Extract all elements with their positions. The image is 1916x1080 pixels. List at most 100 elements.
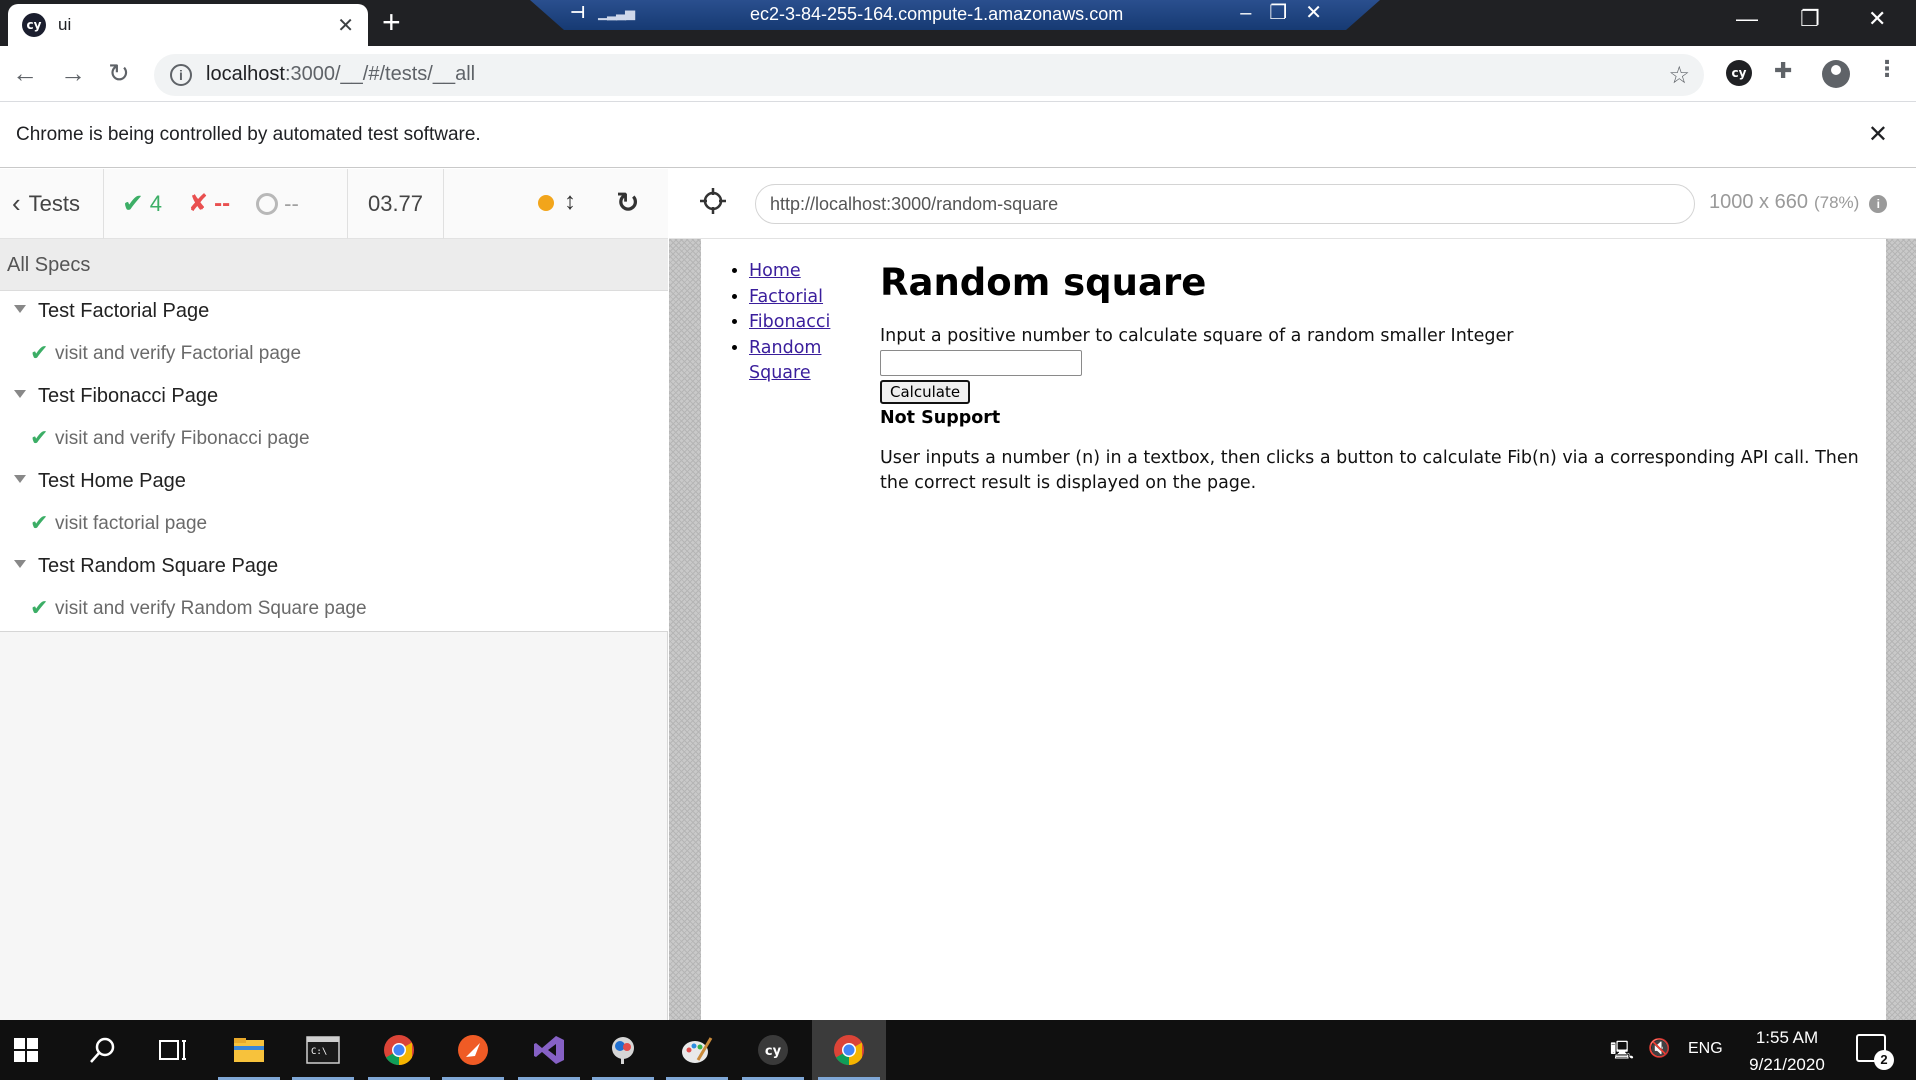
tab-close-icon[interactable]: ✕	[337, 13, 354, 38]
taskbar-cypress[interactable]: cy	[736, 1020, 810, 1080]
url-path: :3000/__/#/tests/__all	[284, 63, 476, 85]
pin-icon[interactable]: ⊣	[570, 3, 586, 23]
network-icon[interactable]: 🖳	[1610, 1038, 1634, 1068]
forward-arrow-icon[interactable]: →	[60, 58, 86, 89]
start-icon-pane	[14, 1051, 25, 1062]
viewport-scale: (78%)	[1813, 193, 1860, 212]
reporter-header: ‹ Tests ✔ 4 ✘ -- -- 03.77 ↕ ↻	[0, 168, 668, 239]
test-stats: ✔ 4 ✘ -- --	[104, 168, 348, 239]
suite-title: Test Fibonacci Page	[38, 385, 219, 407]
chevron-left-icon: ‹	[12, 188, 21, 218]
window-close-icon[interactable]: ✕	[1868, 6, 1886, 32]
rerun-tests-icon[interactable]: ↻	[616, 186, 639, 219]
pending-count: --	[284, 190, 299, 216]
svg-text:C:\: C:\	[311, 1047, 327, 1057]
calculate-button[interactable]: Calculate	[880, 380, 971, 404]
taskbar-chrome-active[interactable]	[812, 1020, 886, 1080]
input-language[interactable]: ENG	[1688, 1040, 1723, 1058]
aut-url-field[interactable]: http://localhost:3000/random-square	[755, 184, 1695, 224]
connection-signal-icon: ▁▂▃▅	[598, 5, 635, 20]
suite-title: Test Random Square Page	[38, 555, 279, 577]
aut-header: http://localhost:3000/random-square 1000…	[669, 169, 1916, 239]
restore-icon[interactable]: ❐	[1800, 6, 1820, 32]
test-row[interactable]: ✔ visit and verify Fibonacci page	[0, 418, 668, 461]
tests-back-button[interactable]: ‹ Tests	[0, 168, 104, 239]
remote-desktop-connection-bar: ⊣ ▁▂▃▅ ec2-3-84-255-164.compute-1.amazon…	[530, 0, 1380, 30]
suite-row[interactable]: Test Random Square Page	[0, 546, 668, 588]
remote-session-controls[interactable]: –❐✕	[1240, 0, 1340, 25]
cypress-icon: cy	[758, 1035, 788, 1065]
cypress-favicon-icon: cy	[22, 13, 46, 37]
passed-stat: ✔ 4	[122, 188, 162, 219]
extensions-puzzle-icon[interactable]: ✚	[1774, 58, 1792, 84]
file-explorer-icon	[234, 1038, 264, 1062]
nav-item: Factorial	[749, 285, 830, 311]
visual-studio-icon	[534, 1036, 564, 1064]
taskbar-visual-studio[interactable]	[512, 1020, 586, 1080]
test-row[interactable]: ✔ visit and verify Random Square page	[0, 588, 668, 631]
start-icon-pane	[27, 1051, 38, 1062]
check-icon: ✔	[122, 188, 144, 218]
failed-count: --	[214, 189, 231, 217]
taskbar-search-button[interactable]	[66, 1020, 140, 1080]
start-button[interactable]	[0, 1020, 74, 1080]
bookmark-star-icon[interactable]: ☆	[1668, 61, 1690, 90]
viewport-info-icon[interactable]: i	[1869, 195, 1888, 213]
action-center-notifications-icon[interactable]: 2	[1856, 1034, 1894, 1070]
taskbar-file-explorer[interactable]	[212, 1020, 286, 1080]
profile-avatar-icon[interactable]	[1822, 60, 1850, 88]
system-clock[interactable]: 1:55 AM 9/21/2020	[1732, 1024, 1842, 1078]
browser-menu-icon[interactable]: ⋮	[1876, 56, 1898, 82]
tab-title: ui	[58, 15, 72, 34]
auto-scroll-toggle-icon[interactable]: ↕	[564, 188, 576, 216]
selector-playground-crosshair-icon[interactable]	[699, 187, 727, 215]
browser-toolbar: ← → ↻ i localhost:3000/__/#/tests/__all …	[0, 46, 1916, 102]
app-icon	[612, 1037, 634, 1064]
caret-down-icon	[14, 560, 26, 568]
nav-link-random-square[interactable]: Random Square	[749, 338, 821, 384]
pending-circle-icon	[256, 192, 279, 215]
nav-link-fibonacci[interactable]: Fibonacci	[749, 312, 830, 332]
suite-row[interactable]: Test Factorial Page	[0, 291, 668, 333]
aut-iframe: Home Factorial Fibonacci Random Square Ra…	[701, 239, 1886, 1020]
new-tab-button[interactable]: +	[382, 4, 401, 40]
taskbar-app[interactable]	[586, 1020, 660, 1080]
suite-row[interactable]: Test Fibonacci Page	[0, 376, 668, 418]
postman-icon	[458, 1035, 488, 1065]
reload-icon[interactable]: ↻	[108, 58, 130, 89]
taskbar-paint[interactable]	[660, 1020, 734, 1080]
infobar-message: Chrome is being controlled by automated …	[16, 124, 481, 145]
remote-session-title: ec2-3-84-255-164.compute-1.amazonaws.com	[750, 4, 1124, 24]
nav-link-factorial[interactable]: Factorial	[749, 287, 823, 307]
terminal-icon: C:\	[306, 1036, 340, 1064]
nav-item: Random Square	[749, 336, 830, 387]
browser-tab[interactable]: cy ui ✕	[8, 4, 368, 46]
test-row[interactable]: ✔ visit factorial page	[0, 503, 668, 546]
infobar-close-icon[interactable]: ✕	[1868, 120, 1888, 149]
browser-titlebar: cy ui ✕ + ⊣ ▁▂▃▅ ec2-3-84-255-164.comput…	[0, 0, 1916, 46]
test-row[interactable]: ✔ visit and verify Factorial page	[0, 333, 668, 376]
cross-icon: ✘	[188, 190, 209, 217]
site-info-icon[interactable]: i	[170, 64, 192, 86]
address-bar[interactable]: i localhost:3000/__/#/tests/__all ☆	[154, 54, 1704, 96]
caret-down-icon	[14, 390, 26, 398]
page-description: User inputs a number (n) in a textbox, t…	[880, 448, 1859, 493]
check-icon: ✔	[30, 595, 49, 620]
failed-stat: ✘ --	[188, 189, 230, 218]
test-title: visit factorial page	[55, 513, 208, 534]
taskbar-chrome[interactable]	[362, 1020, 436, 1080]
back-arrow-icon[interactable]: ←	[12, 58, 38, 89]
volume-muted-icon[interactable]: 🔇	[1648, 1038, 1670, 1059]
nav-item: Fibonacci	[749, 310, 830, 336]
test-title: visit and verify Fibonacci page	[55, 428, 310, 449]
address-url[interactable]: localhost:3000/__/#/tests/__all	[206, 63, 475, 86]
nav-link-home[interactable]: Home	[749, 261, 801, 281]
suite-row[interactable]: Test Home Page	[0, 461, 668, 503]
taskbar-postman[interactable]	[436, 1020, 510, 1080]
number-input[interactable]	[880, 350, 1082, 376]
task-view-button[interactable]	[136, 1020, 210, 1080]
taskbar-terminal[interactable]: C:\	[286, 1020, 360, 1080]
task-view-icon	[159, 1040, 186, 1060]
cypress-extension-icon[interactable]: cy	[1726, 60, 1752, 86]
minimize-icon[interactable]: —	[1736, 6, 1758, 32]
